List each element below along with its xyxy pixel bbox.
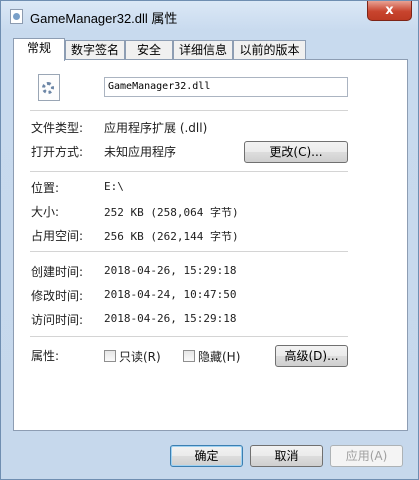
hidden-checkbox[interactable]: [183, 350, 195, 362]
location-label: 位置:: [31, 181, 60, 195]
properties-dialog: GameManager32.dll 属性 x 常规 数字签名 安全 详细信息 以…: [0, 0, 419, 480]
created-label: 创建时间:: [31, 265, 84, 279]
accessed-label: 访问时间:: [31, 313, 84, 327]
opens-with-value: 未知应用程序: [104, 145, 177, 159]
size-label: 大小:: [31, 205, 60, 219]
tab-previous-versions[interactable]: 以前的版本: [233, 40, 306, 60]
attributes-label: 属性:: [31, 349, 60, 363]
modified-value: 2018-04-24, 10:47:50: [104, 288, 237, 301]
window-title: GameManager32.dll 属性: [30, 11, 178, 26]
readonly-checkbox[interactable]: [104, 350, 116, 362]
ok-button[interactable]: 确定: [170, 445, 243, 467]
divider: [30, 171, 348, 172]
gear-icon: [42, 82, 54, 94]
location-value: E:\: [104, 180, 124, 193]
cancel-button[interactable]: 取消: [250, 445, 323, 467]
modified-label: 修改时间:: [31, 289, 84, 303]
change-button[interactable]: 更改(C)...: [244, 141, 348, 163]
tab-digital-signatures[interactable]: 数字签名: [65, 40, 125, 60]
dll-file-icon: [10, 9, 23, 24]
opens-with-label: 打开方式:: [31, 145, 84, 159]
accessed-value: 2018-04-26, 15:29:18: [104, 312, 237, 325]
divider: [30, 251, 348, 252]
divider: [30, 110, 348, 111]
tab-details[interactable]: 详细信息: [173, 40, 233, 60]
close-button[interactable]: x: [367, 1, 412, 21]
apply-button[interactable]: 应用(A): [330, 445, 403, 467]
file-type-value: 应用程序扩展 (.dll): [104, 121, 208, 135]
hidden-label[interactable]: 隐藏(H): [198, 348, 240, 365]
file-type-label: 文件类型:: [31, 121, 84, 135]
file-name-field[interactable]: GameManager32.dll: [104, 77, 348, 97]
advanced-button[interactable]: 高级(D)...: [275, 345, 348, 367]
tab-security[interactable]: 安全: [125, 40, 173, 60]
general-panel: GameManager32.dll 文件类型: 应用程序扩展 (.dll) 打开…: [13, 59, 408, 431]
size-on-disk-value: 256 KB (262,144 字节): [104, 230, 239, 243]
size-value: 252 KB (258,064 字节): [104, 206, 239, 219]
readonly-label[interactable]: 只读(R): [119, 348, 161, 365]
title-bar[interactable]: GameManager32.dll 属性 x: [1, 1, 418, 31]
dll-file-icon: [38, 74, 60, 101]
tab-general[interactable]: 常规: [13, 38, 65, 61]
size-on-disk-label: 占用空间:: [31, 229, 84, 243]
divider: [30, 336, 348, 337]
created-value: 2018-04-26, 15:29:18: [104, 264, 237, 277]
